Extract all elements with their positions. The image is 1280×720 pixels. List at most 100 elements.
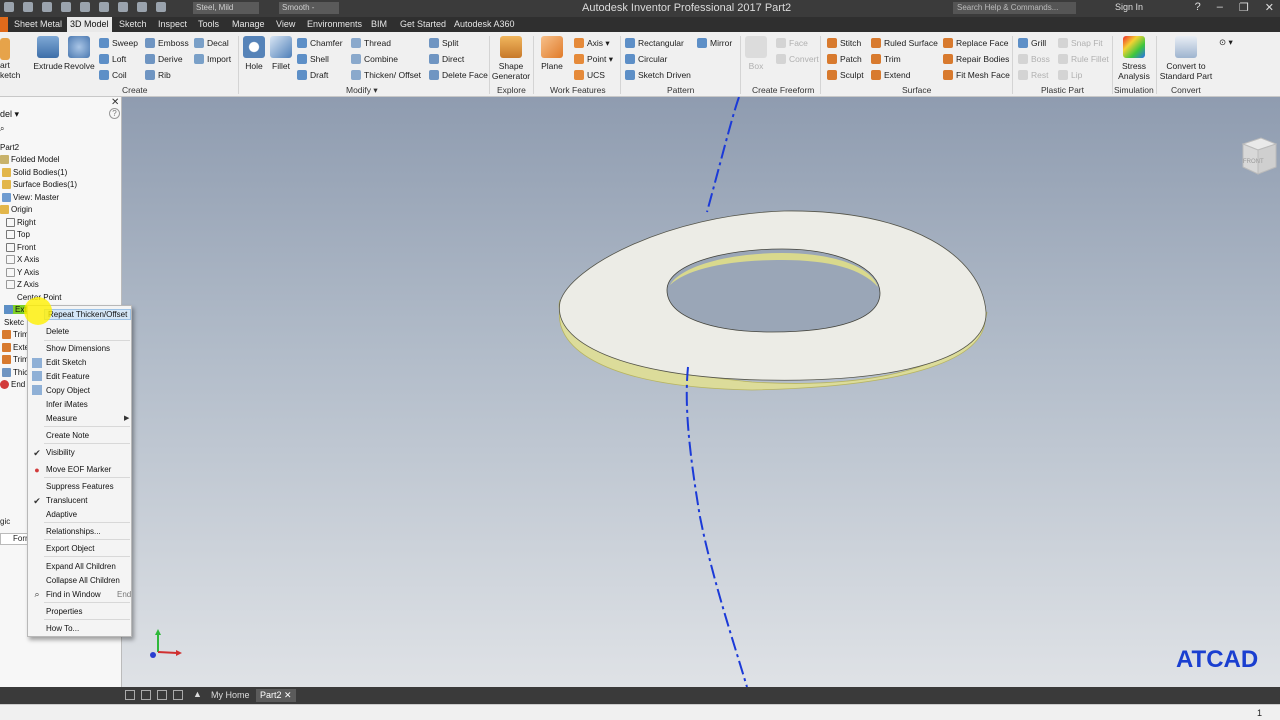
tab-get-started[interactable]: Get Started [397, 17, 449, 32]
extend-button[interactable]: Extend [871, 70, 910, 80]
combine-button[interactable]: Combine [351, 54, 398, 64]
tab-manage[interactable]: Manage [229, 17, 268, 32]
sketch-driven-button[interactable]: Sketch Driven [625, 70, 691, 80]
washer-hole[interactable] [666, 248, 881, 333]
thicken-offset-button[interactable]: Thicken/ Offset [351, 70, 421, 80]
update-icon[interactable] [137, 2, 147, 12]
stress-analysis-button[interactable]: Stress Analysis [1114, 36, 1154, 81]
tree-item-part2[interactable]: Part2 [0, 143, 19, 152]
sketch-curve-lower[interactable] [685, 366, 748, 687]
menu-translucent[interactable]: Translucent [46, 496, 88, 505]
select-icon[interactable] [118, 2, 128, 12]
menu-adaptive[interactable]: Adaptive [46, 510, 77, 519]
tab-3d-model[interactable]: 3D Model [67, 17, 112, 32]
restore-button[interactable]: ❐ [1239, 1, 1249, 14]
ilogic-panel-label[interactable]: gic [0, 517, 10, 526]
close-icon[interactable]: ✕ [111, 97, 119, 108]
fillet-button[interactable]: Fillet [267, 36, 295, 71]
menu-repeat-thicken-offset[interactable]: Repeat Thicken/Offset [44, 309, 132, 320]
rib-button[interactable]: Rib [145, 70, 171, 80]
delete-face-button[interactable]: Delete Face [429, 70, 488, 80]
rectangular-pattern-button[interactable]: Rectangular [625, 38, 684, 48]
tile-vertical-icon[interactable] [173, 690, 183, 700]
trim-button[interactable]: Trim [871, 54, 901, 64]
tree-item-right-plane[interactable]: Right [6, 218, 36, 227]
coil-button[interactable]: Coil [99, 70, 127, 80]
tree-item-front-plane[interactable]: Front [6, 243, 36, 252]
close-button[interactable]: ✕ [1265, 1, 1274, 14]
menu-how-to[interactable]: How To... [46, 624, 79, 633]
derive-button[interactable]: Derive [145, 54, 183, 64]
view-cube[interactable]: FRONT [1239, 134, 1277, 176]
point-button[interactable]: Point ▾ [574, 54, 613, 65]
rest-button[interactable]: Rest [1018, 70, 1048, 80]
menu-export-object[interactable]: Export Object [46, 544, 94, 553]
thread-button[interactable]: Thread [351, 38, 391, 48]
undo-icon[interactable] [61, 2, 71, 12]
tab-list-arrow-icon[interactable]: ▲ [193, 689, 202, 699]
sign-in-link[interactable]: Sign In [1115, 2, 1143, 12]
tab-environments[interactable]: Environments [304, 17, 365, 32]
shape-generator-button[interactable]: Shape Generator [491, 36, 531, 81]
emboss-button[interactable]: Emboss [145, 38, 189, 48]
tile-grid-icon[interactable] [141, 690, 151, 700]
fit-mesh-face-button[interactable]: Fit Mesh Face [943, 70, 1010, 80]
minimize-button[interactable]: – [1217, 1, 1223, 14]
menu-properties[interactable]: Properties [46, 607, 82, 616]
lip-button[interactable]: Lip [1058, 70, 1082, 80]
menu-move-eof-marker[interactable]: Move EOF Marker [46, 465, 111, 474]
appearance-dropdown[interactable]: Smooth - [279, 2, 339, 14]
menu-visibility[interactable]: Visibility [46, 448, 75, 457]
file-menu-button[interactable] [0, 17, 8, 32]
hole-button[interactable]: Hole [240, 36, 268, 71]
split-button[interactable]: Split [429, 38, 459, 48]
import-button[interactable]: Import [194, 54, 231, 64]
shell-button[interactable]: Shell [297, 54, 329, 64]
doc-tab-part2[interactable]: Part2 ✕ [256, 689, 296, 702]
sketch-curve-upper[interactable] [706, 97, 740, 213]
tree-item-folded-model[interactable]: Folded Model [0, 155, 59, 164]
menu-show-dimensions[interactable]: Show Dimensions [46, 344, 110, 353]
menu-suppress-features[interactable]: Suppress Features [46, 482, 114, 491]
viewcube-icon[interactable]: FRONT [1239, 134, 1277, 176]
tree-item-y-axis[interactable]: Y Axis [6, 268, 39, 277]
sweep-button[interactable]: Sweep [99, 38, 138, 48]
menu-infer-imates[interactable]: Infer iMates [46, 400, 88, 409]
tree-item-view-master[interactable]: View: Master [2, 193, 59, 202]
tab-bim[interactable]: BIM [368, 17, 390, 32]
tab-inspect[interactable]: Inspect [155, 17, 190, 32]
start-sketch-button[interactable]: art ketch [0, 38, 20, 80]
home-icon[interactable] [99, 2, 109, 12]
tab-sketch[interactable]: Sketch [116, 17, 150, 32]
tree-item-solid-bodies[interactable]: Solid Bodies(1) [2, 168, 67, 177]
convert-to-standard-part-button[interactable]: Convert to Standard Part [1158, 36, 1214, 81]
tab-autodesk-a360[interactable]: Autodesk A360 [451, 17, 518, 32]
help-icon[interactable]: ? [1195, 1, 1201, 14]
loft-button[interactable]: Loft [99, 54, 126, 64]
tab-view[interactable]: View [273, 17, 298, 32]
snap-fit-button[interactable]: Snap Fit [1058, 38, 1103, 48]
tree-item-origin[interactable]: Origin [0, 205, 32, 214]
menu-expand-all-children[interactable]: Expand All Children [46, 562, 116, 571]
circular-pattern-button[interactable]: Circular [625, 54, 667, 64]
ruled-surface-button[interactable]: Ruled Surface [871, 38, 938, 48]
model-canvas[interactable] [122, 97, 1280, 687]
ribbon-options-button[interactable]: ⊙ ▾ [1219, 37, 1233, 48]
chamfer-button[interactable]: Chamfer [297, 38, 343, 48]
replace-face-button[interactable]: Replace Face [943, 38, 1008, 48]
extrude-button[interactable]: Extrude [33, 36, 63, 71]
tab-sheet-metal[interactable]: Sheet Metal [11, 17, 65, 32]
help-icon[interactable]: ? [109, 108, 120, 119]
rule-fillet-button[interactable]: Rule Fillet [1058, 54, 1109, 64]
browser-header[interactable]: del ▾ [0, 109, 19, 120]
freeform-box-button[interactable]: Box [745, 36, 767, 71]
mirror-button[interactable]: Mirror [697, 38, 732, 48]
menu-relationships[interactable]: Relationships... [46, 527, 101, 536]
material-dropdown[interactable]: Steel, Mild [193, 2, 259, 14]
new-icon[interactable] [4, 2, 14, 12]
tab-tools[interactable]: Tools [195, 17, 222, 32]
patch-button[interactable]: Patch [827, 54, 862, 64]
help-search-input[interactable]: Search Help & Commands... [953, 2, 1076, 14]
tile-horizontal-icon[interactable] [125, 690, 135, 700]
stitch-button[interactable]: Stitch [827, 38, 861, 48]
